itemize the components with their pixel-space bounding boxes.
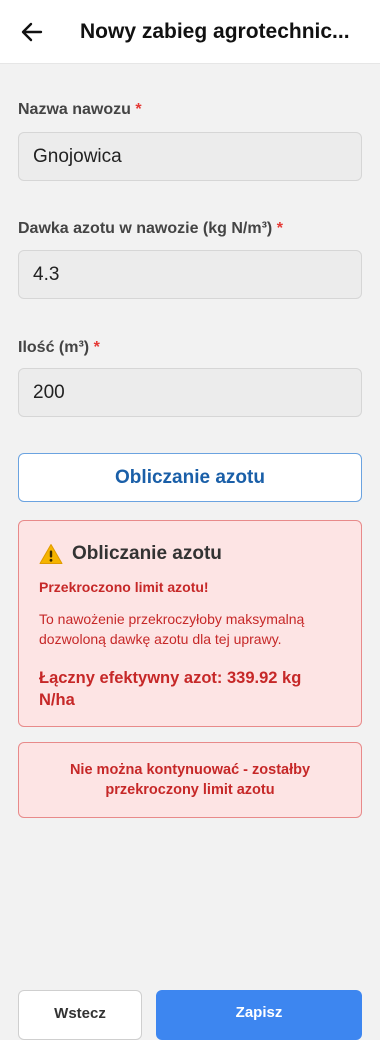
- page-title: Nowy zabieg agrotechnic...: [80, 19, 350, 43]
- fertilizer-name-label: Nazwa nawozu *: [18, 101, 142, 119]
- result-card-header: Obliczanie azotu: [39, 543, 222, 565]
- nitrogen-result-card: Obliczanie azotu Przekroczono limit azot…: [18, 520, 362, 727]
- warning-icon: [39, 544, 63, 564]
- nitrogen-dose-input[interactable]: [18, 250, 362, 299]
- quantity-label: Ilość (m³) *: [18, 339, 100, 357]
- total-effective-nitrogen: Łączny efektywny azot: 339.92 kg N/ha: [39, 669, 302, 709]
- save-button[interactable]: Zapisz: [156, 990, 362, 1040]
- calculate-nitrogen-button[interactable]: Obliczanie azotu: [18, 453, 362, 502]
- app-bar: Nowy zabieg agrotechnic...: [0, 0, 380, 64]
- fertilizer-name-input[interactable]: [18, 132, 362, 181]
- back-button[interactable]: [10, 10, 54, 54]
- required-mark: *: [135, 101, 142, 118]
- nitrogen-dose-label: Dawka azotu w nawozie (kg N/m³) *: [18, 220, 283, 238]
- fertilizer-name-label-text: Nazwa nawozu: [18, 101, 131, 118]
- quantity-input[interactable]: [18, 368, 362, 417]
- limit-exceeded-alert: Przekroczono limit azotu!: [39, 579, 209, 595]
- back-footer-button[interactable]: Wstecz: [18, 990, 142, 1040]
- cannot-continue-message: Nie można kontynuować - zostałby przekro…: [18, 742, 362, 818]
- limit-exceeded-description: To nawożenie przekroczyłoby maksymalną d…: [39, 611, 305, 647]
- arrow-left-icon: [21, 22, 43, 41]
- result-card-title: Obliczanie azotu: [72, 543, 222, 564]
- required-mark: *: [276, 220, 283, 237]
- cannot-continue-text: Nie można kontynuować - zostałby przekro…: [69, 762, 311, 798]
- quantity-label-text: Ilość (m³): [18, 339, 90, 356]
- nitrogen-dose-label-text: Dawka azotu w nawozie (kg N/m³): [18, 220, 273, 237]
- required-mark: *: [93, 339, 100, 356]
